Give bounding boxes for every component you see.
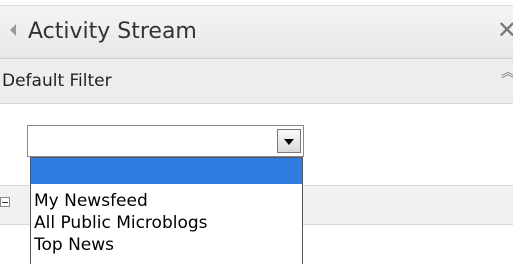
chevron-down-icon — [284, 139, 294, 145]
dropdown-option-all-public-microblogs[interactable]: All Public Microblogs — [31, 212, 302, 234]
filter-dropdown-list[interactable]: My Newsfeed All Public Microblogs Top Ne… — [30, 157, 303, 264]
chevron-up-icon[interactable]: ︽ — [501, 66, 513, 80]
section-title: Default Filter — [2, 71, 112, 91]
dropdown-option-empty[interactable] — [31, 158, 302, 184]
dropdown-option-my-newsfeed[interactable]: My Newsfeed — [31, 190, 302, 212]
close-icon[interactable]: ✕ — [497, 14, 513, 46]
collapse-box-icon[interactable] — [0, 197, 10, 207]
default-filter-select[interactable] — [27, 125, 304, 157]
panel-title: Activity Stream — [28, 19, 197, 44]
left-arrow-icon[interactable] — [10, 24, 16, 36]
panel-title-bar: Activity Stream ✕ — [0, 5, 513, 59]
activity-stream-panel: Activity Stream ✕ Default Filter ︽ My Ne… — [0, 0, 513, 264]
dropdown-option-top-news[interactable]: Top News — [31, 234, 302, 256]
section-header-default-filter[interactable]: Default Filter ︽ — [0, 59, 513, 104]
dropdown-button[interactable] — [277, 129, 301, 153]
